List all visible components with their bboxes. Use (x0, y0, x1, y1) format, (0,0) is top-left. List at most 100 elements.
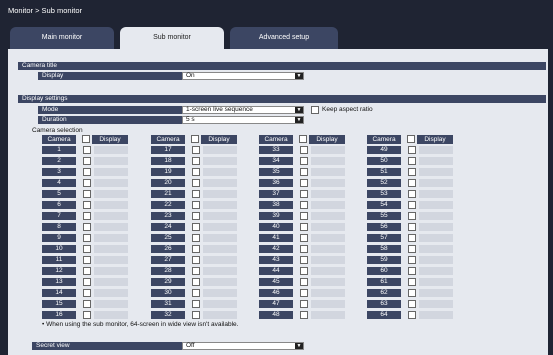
display-column-header: Display (201, 135, 237, 144)
camera-display-checkbox[interactable] (83, 289, 91, 297)
camera-display-checkbox[interactable] (300, 223, 308, 231)
camera-display-checkbox[interactable] (300, 146, 308, 154)
camera-display-checkbox[interactable] (300, 245, 308, 253)
camera-row-filler (203, 256, 237, 264)
camera-display-checkbox[interactable] (192, 223, 200, 231)
mode-select[interactable]: 1-screen live sequence ▼ (182, 106, 304, 114)
duration-label: Duration (38, 116, 186, 124)
camera-display-checkbox[interactable] (300, 267, 308, 275)
camera-display-checkbox[interactable] (408, 146, 416, 154)
camera-display-checkbox[interactable] (192, 201, 200, 209)
camera-display-checkbox[interactable] (83, 190, 91, 198)
camera-display-checkbox[interactable] (83, 201, 91, 209)
camera-display-checkbox[interactable] (408, 289, 416, 297)
camera-display-checkbox[interactable] (408, 190, 416, 198)
camera-display-checkbox[interactable] (408, 245, 416, 253)
camera-display-checkbox[interactable] (83, 245, 91, 253)
wide-view-note: • When using the sub monitor, 64-screen … (42, 321, 239, 328)
camera-display-checkbox[interactable] (83, 234, 91, 242)
tab-sub-monitor[interactable]: Sub monitor (120, 27, 224, 49)
select-all-checkbox[interactable] (299, 135, 307, 143)
secret-view-select[interactable]: Off ▼ (182, 342, 304, 350)
camera-display-checkbox[interactable] (192, 300, 200, 308)
camera-display-checkbox[interactable] (300, 256, 308, 264)
camera-number: 55 (367, 212, 401, 220)
camera-row-filler (419, 168, 453, 176)
camera-display-checkbox[interactable] (300, 157, 308, 165)
camera-display-checkbox[interactable] (408, 157, 416, 165)
camera-display-checkbox[interactable] (192, 267, 200, 275)
select-all-checkbox[interactable] (82, 135, 90, 143)
camera-display-checkbox[interactable] (408, 168, 416, 176)
camera-display-checkbox[interactable] (83, 212, 91, 220)
camera-display-checkbox[interactable] (408, 256, 416, 264)
camera-display-checkbox[interactable] (192, 289, 200, 297)
camera-display-checkbox[interactable] (83, 179, 91, 187)
tab-advanced-setup[interactable]: Advanced setup (230, 27, 338, 49)
camera-row-filler (203, 300, 237, 308)
camera-display-checkbox[interactable] (408, 201, 416, 209)
camera-display-checkbox[interactable] (192, 190, 200, 198)
camera-display-checkbox[interactable] (192, 278, 200, 286)
camera-display-checkbox[interactable] (300, 201, 308, 209)
camera-display-checkbox[interactable] (408, 212, 416, 220)
camera-display-checkbox[interactable] (83, 146, 91, 154)
select-all-checkbox[interactable] (191, 135, 199, 143)
camera-display-checkbox[interactable] (192, 179, 200, 187)
camera-title-heading: Camera title (18, 62, 546, 70)
camera-number: 27 (151, 256, 185, 264)
camera-display-checkbox[interactable] (300, 168, 308, 176)
camera-display-checkbox[interactable] (192, 146, 200, 154)
camera-display-checkbox[interactable] (83, 168, 91, 176)
camera-display-checkbox[interactable] (300, 289, 308, 297)
camera-display-checkbox[interactable] (300, 190, 308, 198)
camera-display-checkbox[interactable] (83, 311, 91, 319)
select-all-checkbox[interactable] (407, 135, 415, 143)
camera-display-checkbox[interactable] (300, 179, 308, 187)
camera-display-checkbox[interactable] (300, 212, 308, 220)
camera-row-filler (311, 311, 345, 319)
camera-display-checkbox[interactable] (408, 179, 416, 187)
chevron-down-icon: ▼ (295, 343, 303, 349)
camera-title-display-value: On (186, 72, 195, 79)
camera-display-checkbox[interactable] (192, 168, 200, 176)
camera-display-checkbox[interactable] (83, 267, 91, 275)
camera-display-checkbox[interactable] (83, 256, 91, 264)
camera-display-checkbox[interactable] (192, 256, 200, 264)
camera-column-header: Camera (42, 135, 76, 144)
breadcrumb: Monitor > Sub monitor (8, 6, 82, 15)
camera-display-checkbox[interactable] (408, 311, 416, 319)
tab-main-monitor[interactable]: Main monitor (10, 27, 114, 49)
camera-display-checkbox[interactable] (83, 157, 91, 165)
camera-title-display-select[interactable]: On ▼ (182, 72, 304, 80)
camera-display-checkbox[interactable] (408, 223, 416, 231)
camera-row-filler (94, 234, 128, 242)
camera-display-checkbox[interactable] (83, 278, 91, 286)
camera-display-checkbox[interactable] (300, 311, 308, 319)
camera-display-checkbox[interactable] (83, 223, 91, 231)
mode-value: 1-screen live sequence (186, 106, 253, 113)
camera-row-filler (311, 212, 345, 220)
keep-aspect-ratio-checkbox[interactable] (311, 106, 319, 114)
camera-display-checkbox[interactable] (408, 234, 416, 242)
camera-number: 30 (151, 289, 185, 297)
camera-display-checkbox[interactable] (192, 157, 200, 165)
camera-display-checkbox[interactable] (192, 245, 200, 253)
camera-number: 46 (259, 289, 293, 297)
camera-title-display-label: Display (38, 72, 186, 80)
camera-display-checkbox[interactable] (192, 212, 200, 220)
duration-value: 5 s (186, 116, 195, 123)
camera-display-checkbox[interactable] (300, 278, 308, 286)
camera-number: 31 (151, 300, 185, 308)
camera-display-checkbox[interactable] (192, 234, 200, 242)
camera-display-checkbox[interactable] (192, 311, 200, 319)
camera-display-checkbox[interactable] (408, 278, 416, 286)
camera-number: 57 (367, 234, 401, 242)
camera-display-checkbox[interactable] (83, 300, 91, 308)
camera-display-checkbox[interactable] (408, 300, 416, 308)
duration-select[interactable]: 5 s ▼ (182, 116, 304, 124)
camera-display-checkbox[interactable] (300, 234, 308, 242)
camera-display-checkbox[interactable] (408, 267, 416, 275)
camera-number: 18 (151, 157, 185, 165)
camera-display-checkbox[interactable] (300, 300, 308, 308)
